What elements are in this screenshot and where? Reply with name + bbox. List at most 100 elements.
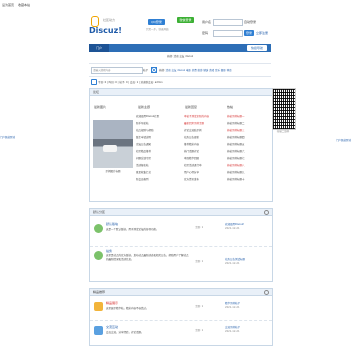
col-title: 热帖 xyxy=(227,105,234,109)
hot-tag[interactable]: 电影 xyxy=(186,69,191,72)
sub-nav: 热搜: 活动 交友 discuz xyxy=(166,55,194,58)
list-item[interactable]: 热帖示例标题一 xyxy=(227,113,269,120)
list-item[interactable]: 欢迎使用Discuz社区 xyxy=(136,113,180,120)
list-item[interactable]: 热帖示例标题五 xyxy=(227,141,269,148)
list-item[interactable]: 论坛公告通知 xyxy=(136,141,180,148)
list-item[interactable]: 推荐精彩内容 xyxy=(184,141,226,148)
nav-home[interactable]: 门户 xyxy=(89,44,109,52)
list-item[interactable]: 站点规则与帮助 xyxy=(136,127,180,134)
list-item[interactable]: 本周精华回顾 xyxy=(184,155,226,162)
list-item[interactable]: 最新回复示例主题 xyxy=(184,120,226,127)
hot-tag[interactable]: 美食 xyxy=(192,69,197,72)
forum-desc: 这里展示精华帖，精彩内容不容错过。 xyxy=(106,307,149,310)
col-title: 最新图片 xyxy=(94,105,107,109)
forum-row: 默认版块 这是一个默认版块，用于测试论坛的各项功能。 主题: 1 欢迎使用Dis… xyxy=(90,216,272,247)
list-item[interactable]: 热帖示例标题十 xyxy=(227,176,269,183)
forum-category-1: 默认分区 默认版块 这是一个默认版块，用于测试论坛的各项功能。 主题: 1 欢迎… xyxy=(89,208,273,282)
forum-icon xyxy=(94,326,103,335)
last-post-title[interactable]: 站务公告测试标题 xyxy=(225,257,269,261)
login-button[interactable]: 登录 xyxy=(244,30,254,36)
site-logo[interactable]: 社区动力 Discuz! xyxy=(89,16,129,38)
last-post-date: 2021-12-21 xyxy=(225,306,240,309)
quick-nav-button[interactable]: 快捷导航 xyxy=(247,45,267,51)
forum-row: 站务 这里是站点的官方版块，发布站点最新动态和相关公告，帮助用户了解站点的最新情… xyxy=(90,247,272,280)
bookmark-link[interactable]: 收藏本站 xyxy=(18,3,30,7)
category-header: 默认分区 xyxy=(90,209,272,216)
category-title[interactable]: 精品推荐 xyxy=(93,290,105,294)
list-item[interactable]: 热帖示例标题四 xyxy=(227,134,269,141)
hot-threads-list: 热帖示例标题一 热帖示例标题二 热帖示例标题三 热帖示例标题四 热帖示例标题五 … xyxy=(227,113,269,183)
search-input[interactable]: 请输入搜索内容 xyxy=(91,67,143,74)
list-item[interactable]: 站务公告更新 xyxy=(184,134,226,141)
list-item[interactable]: 热帖示例标题九 xyxy=(227,169,269,176)
hot-tag[interactable]: 活动 xyxy=(166,69,171,72)
main-nav: 门户 快捷导航 xyxy=(89,44,271,52)
username-field[interactable] xyxy=(213,19,243,26)
hot-tag[interactable]: discuz xyxy=(177,69,185,72)
home-icon[interactable] xyxy=(91,79,97,85)
qq-login-hint: 只需一步，快速开始 xyxy=(146,28,169,31)
hot-tag[interactable]: 摄影 xyxy=(221,69,226,72)
forum-stats: 主题: 1 xyxy=(195,305,204,308)
password-field[interactable] xyxy=(213,30,243,37)
forum-desc: 这里是站点的官方版块，发布站点最新动态和相关公告，帮助用户了解站点的最新情况和活… xyxy=(106,254,189,261)
forum-name[interactable]: 交流互动 xyxy=(106,325,156,329)
last-post-title[interactable]: 欢迎使用Discuz! xyxy=(225,222,269,226)
portal-title: 论坛 xyxy=(93,90,100,94)
list-item[interactable]: 意见收集汇总 xyxy=(136,169,180,176)
hot-tag[interactable]: 旅游 xyxy=(198,69,203,72)
search-scope-select[interactable]: 帖子 xyxy=(143,68,148,72)
forum-desc: 这是一个默认版块，用于测试论坛的各项功能。 xyxy=(106,228,159,231)
latest-topics-list: 欢迎使用Discuz社区 新手导航帖 站点规则与帮助 版主申请说明 论坛公告通知… xyxy=(136,113,180,183)
side-left-label[interactable]: 门户频道区域 xyxy=(0,135,26,139)
list-item[interactable]: 热帖示例标题八 xyxy=(227,162,269,169)
list-item[interactable]: 活动报名帖 xyxy=(136,162,180,169)
list-item[interactable]: 热帖示例标题六 xyxy=(227,148,269,155)
register-link[interactable]: 立即注册 xyxy=(256,31,268,35)
hot-tag[interactable]: 音乐 xyxy=(215,69,220,72)
forum-name[interactable]: 默认版块 xyxy=(106,222,156,226)
set-home-link[interactable]: 设为首页 xyxy=(2,3,14,7)
list-item[interactable]: 官方资讯发布 xyxy=(184,176,226,183)
search-button[interactable] xyxy=(151,67,157,73)
hot-search-list: 热搜: 活动 交友 discuz 电影 美食 旅游 健身 游戏 音乐 摄影 体育 xyxy=(159,69,232,72)
list-item[interactable]: 热门话题讨论 xyxy=(184,148,226,155)
forum-row: 交流互动 会员交流，分享经验，讨论话题。 主题: 1 交流示例帖子 2021-1… xyxy=(90,321,272,343)
last-post-title[interactable]: 交流示例帖子 xyxy=(225,325,269,329)
latest-replies-list: 本帖子测试全新的内容 最新回复示例主题 讨论交流贴示例 站务公告更新 推荐精彩内… xyxy=(184,113,226,183)
list-item[interactable]: 版主申请说明 xyxy=(136,134,180,141)
collapse-icon[interactable] xyxy=(264,290,269,295)
list-item[interactable]: 问题反馈专区 xyxy=(136,155,180,162)
stats-text: 今日: 0 | 昨日: 0 | 帖子: 0 | 会员: 1 | 欢迎新会员: a… xyxy=(98,81,163,84)
list-item[interactable]: 热帖示例标题三 xyxy=(227,127,269,134)
col-title: 最新主题 xyxy=(138,105,151,109)
list-item[interactable]: 讨论交流贴示例 xyxy=(184,127,226,134)
slide-image[interactable] xyxy=(93,120,133,168)
hot-tag[interactable]: 游戏 xyxy=(209,69,214,72)
forum-name[interactable]: 站务 xyxy=(106,249,156,253)
hot-tag[interactable]: 体育 xyxy=(227,69,232,72)
hot-tag[interactable]: 交友 xyxy=(171,69,176,72)
wechat-login-button[interactable]: 微信登录 xyxy=(177,17,194,23)
list-item[interactable]: 本帖子测试全新的内容 xyxy=(184,113,226,120)
list-item[interactable]: 用户心得分享 xyxy=(184,169,226,176)
forum-name[interactable]: 精品展示 xyxy=(106,301,156,305)
list-item[interactable]: 社区精品推荐 xyxy=(136,148,180,155)
auto-login-checkbox[interactable]: 自动登录 xyxy=(244,20,256,24)
forum-stats: 主题: 1 xyxy=(195,226,204,229)
forum-desc: 会员交流，分享经验，讨论话题。 xyxy=(106,331,144,334)
hot-tag[interactable]: 健身 xyxy=(203,69,208,72)
search-icon xyxy=(152,68,156,72)
side-right-label[interactable]: 门户频道区域 xyxy=(336,138,360,142)
list-item[interactable]: 热帖示例标题二 xyxy=(227,120,269,127)
category-title[interactable]: 默认分区 xyxy=(93,210,105,214)
qq-login-button[interactable]: QQ登录 xyxy=(148,19,165,25)
list-item[interactable]: 热帖示例标题七 xyxy=(227,155,269,162)
list-item[interactable]: 新会员报到 xyxy=(136,176,180,183)
list-item[interactable]: 社区活动进行中 xyxy=(184,162,226,169)
last-post-title[interactable]: 精华示例帖子 xyxy=(225,301,269,305)
collapse-icon[interactable] xyxy=(264,210,269,215)
slide-caption: 示例图片标题 xyxy=(105,170,121,173)
forum-category-2: 精品推荐 精品展示 这里展示精华帖，精彩内容不容错过。 主题: 1 精华示例帖子… xyxy=(89,288,273,346)
list-item[interactable]: 新手导航帖 xyxy=(136,120,180,127)
